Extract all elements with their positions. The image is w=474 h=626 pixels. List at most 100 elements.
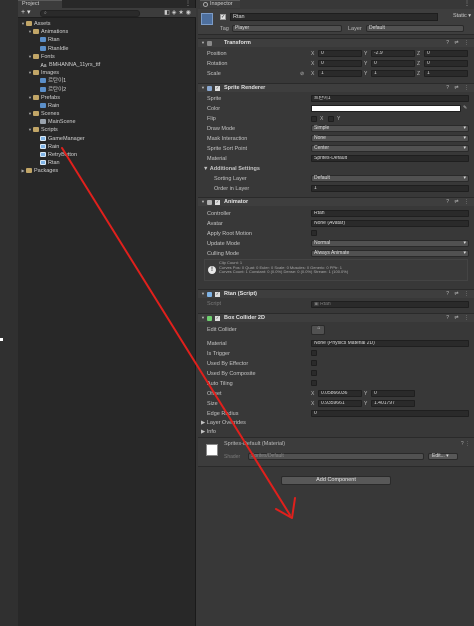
foldout-icon[interactable]: ▼ — [201, 39, 205, 47]
sorting-layer-dropdown[interactable]: Default ▾ — [311, 175, 469, 182]
tag-dropdown[interactable]: Player — [232, 25, 342, 32]
offset-field-y[interactable]: 0 — [371, 390, 415, 397]
box-collider-header[interactable]: ▼ ✓ Box Collider 2D ? ⇌ ⋮ — [198, 313, 474, 322]
flip-y-checkbox[interactable] — [328, 116, 334, 122]
component-buttons[interactable]: ? ⇌ ⋮ — [446, 198, 471, 206]
static-toggle[interactable]: Static ▾ — [453, 13, 471, 19]
transform-header[interactable]: ▼ Transform ? ⇌ ⋮ — [198, 38, 474, 47]
foldout-icon[interactable]: ▼ — [201, 314, 205, 322]
avatar-field[interactable]: None (Avatar) — [311, 220, 469, 227]
material-field[interactable]: Sprites-Default — [311, 155, 469, 162]
used-by-composite-checkbox[interactable] — [311, 370, 317, 376]
scale-field-y[interactable]: 1 — [371, 70, 415, 77]
asset-item[interactable]: Rtan — [18, 159, 196, 167]
star-icon[interactable]: ★ — [178, 10, 185, 16]
flip-x-checkbox[interactable] — [311, 116, 317, 122]
edit-shader-button[interactable]: Edit... ▾ — [428, 453, 458, 460]
rotation-field-z[interactable]: 0 — [424, 60, 468, 67]
asset-item[interactable]: Rtan — [18, 36, 196, 44]
controller-field[interactable]: Rtan — [311, 210, 469, 217]
foldout-icon[interactable]: ▼ — [201, 84, 205, 92]
used-by-effector-checkbox[interactable] — [311, 360, 317, 366]
edge-radius-field[interactable]: 0 — [311, 410, 469, 417]
folder-item[interactable]: ▼ Fonts — [18, 53, 196, 61]
asset-item[interactable]: 르탄이2 — [18, 86, 196, 94]
constrain-scale-icon[interactable]: ⊘ — [300, 71, 304, 77]
folder-item[interactable]: ▼ Animations — [18, 28, 196, 36]
auto-tiling-checkbox[interactable] — [311, 380, 317, 386]
size-field-y[interactable]: 1.401797 — [371, 400, 415, 407]
component-buttons[interactable]: ? ⇌ ⋮ — [446, 290, 471, 298]
offset-field-x[interactable]: 0.05866036 — [318, 390, 362, 397]
edge-marker — [0, 338, 3, 341]
position-field-y[interactable]: -2.9 — [371, 50, 415, 57]
color-field[interactable] — [311, 105, 461, 112]
asset-item[interactable]: MainScene — [18, 118, 196, 126]
position-field-z[interactable]: 0 — [424, 50, 468, 57]
foldout-icon[interactable]: ▼ — [201, 198, 205, 206]
eyedropper-icon[interactable]: ✎ — [463, 105, 467, 111]
kebab-menu-icon[interactable]: ⋮ — [464, 0, 470, 7]
layer-dropdown[interactable]: Default — [366, 25, 464, 32]
asset-item[interactable]: Rain — [18, 143, 196, 151]
foldout-icon[interactable]: ▼ — [203, 166, 210, 172]
shader-dropdown[interactable]: Sprites/Default — [248, 453, 424, 460]
scale-field-x[interactable]: 1 — [318, 70, 362, 77]
collider-material-field[interactable]: None (Physics Material 2D) — [311, 340, 469, 347]
is-trigger-checkbox[interactable] — [311, 350, 317, 356]
size-field-x[interactable]: 0.9359661 — [318, 400, 362, 407]
component-enabled-checkbox[interactable]: ✓ — [215, 200, 220, 205]
asset-item[interactable]: RetryButton — [18, 151, 196, 159]
folder-item[interactable]: ▼ Images — [18, 69, 196, 77]
active-checkbox[interactable]: ✓ — [220, 14, 226, 20]
scale-field-z[interactable]: 1 — [424, 70, 468, 77]
project-tab[interactable]: Project — [18, 0, 62, 8]
component-buttons[interactable]: ? ⇌ ⋮ — [446, 84, 471, 92]
component-enabled-checkbox[interactable]: ✓ — [215, 292, 220, 297]
kebab-menu-icon[interactable]: ⋮ — [185, 0, 191, 7]
sprite-field[interactable]: 르탄이1 — [311, 95, 469, 102]
asset-item[interactable]: Aa BMHANNA_11yrs_ttf — [18, 61, 196, 69]
rtan-script-header[interactable]: ▼ ✓ Rtan (Script) ? ⇌ ⋮ — [198, 289, 474, 298]
draw-mode-dropdown[interactable]: Simple ▾ — [311, 125, 469, 132]
filter-icon[interactable]: ◧ — [164, 10, 172, 16]
add-component-button[interactable]: Add Component — [281, 476, 391, 485]
asset-item[interactable]: 르탄이1 — [18, 77, 196, 85]
info-foldout[interactable]: ▶ Info — [201, 429, 216, 435]
sprite-sort-point-dropdown[interactable]: Center ▾ — [311, 145, 469, 152]
asset-item[interactable]: Rain — [18, 102, 196, 110]
component-buttons[interactable]: ? ⇌ ⋮ — [446, 39, 471, 47]
animator-header[interactable]: ▼ ✓ Animator ? ⇌ ⋮ — [198, 197, 474, 206]
component-enabled-checkbox[interactable]: ✓ — [215, 316, 220, 321]
folder-item[interactable]: ▼ Scripts — [18, 126, 196, 134]
folder-item[interactable]: ▼ Prefabs — [18, 94, 196, 102]
rotation-field-x[interactable]: 0 — [318, 60, 362, 67]
sprite-renderer-header[interactable]: ▼ ✓ Sprite Renderer ? ⇌ ⋮ — [198, 83, 474, 92]
folder-item[interactable]: ▶ Packages — [18, 167, 196, 175]
material-menu-icon[interactable]: ? ⋮ — [461, 441, 470, 447]
inspector-tab-label: Inspector — [210, 1, 233, 7]
object-name-field[interactable]: Rtan — [230, 13, 438, 21]
foldout-icon[interactable]: ▼ — [201, 290, 205, 298]
apply-root-motion-checkbox[interactable] — [311, 230, 317, 236]
component-buttons[interactable]: ? ⇌ ⋮ — [446, 314, 471, 322]
culling-mode-dropdown[interactable]: Always Animate ▾ — [311, 250, 469, 257]
inspector-tab[interactable]: Inspector — [200, 0, 240, 8]
folder-item[interactable]: ▼ Assets — [18, 20, 196, 28]
edit-collider-button[interactable]: ⌂ — [311, 325, 325, 335]
add-asset-button[interactable]: + ▾ — [21, 9, 31, 17]
additional-settings-foldout[interactable]: ▼ Additional Settings — [203, 166, 260, 172]
folder-item[interactable]: ▼ Scenes — [18, 110, 196, 118]
rotation-field-y[interactable]: 0 — [371, 60, 415, 67]
component-enabled-checkbox[interactable]: ✓ — [215, 86, 220, 91]
order-in-layer-field[interactable]: 1 — [311, 185, 469, 192]
asset-item[interactable]: GameManager — [18, 135, 196, 143]
update-mode-dropdown[interactable]: Normal ▾ — [311, 240, 469, 247]
eye-icon[interactable]: ◉ — [186, 10, 193, 16]
project-search-input[interactable]: ⌕ — [40, 9, 140, 17]
asset-item[interactable]: RtanIdle — [18, 45, 196, 53]
edge-radius-label: Edge Radius — [207, 411, 239, 417]
mask-interaction-dropdown[interactable]: None ▾ — [311, 135, 469, 142]
layer-overrides-foldout[interactable]: ▶ Layer Overrides — [201, 420, 246, 426]
position-field-x[interactable]: 0 — [318, 50, 362, 57]
